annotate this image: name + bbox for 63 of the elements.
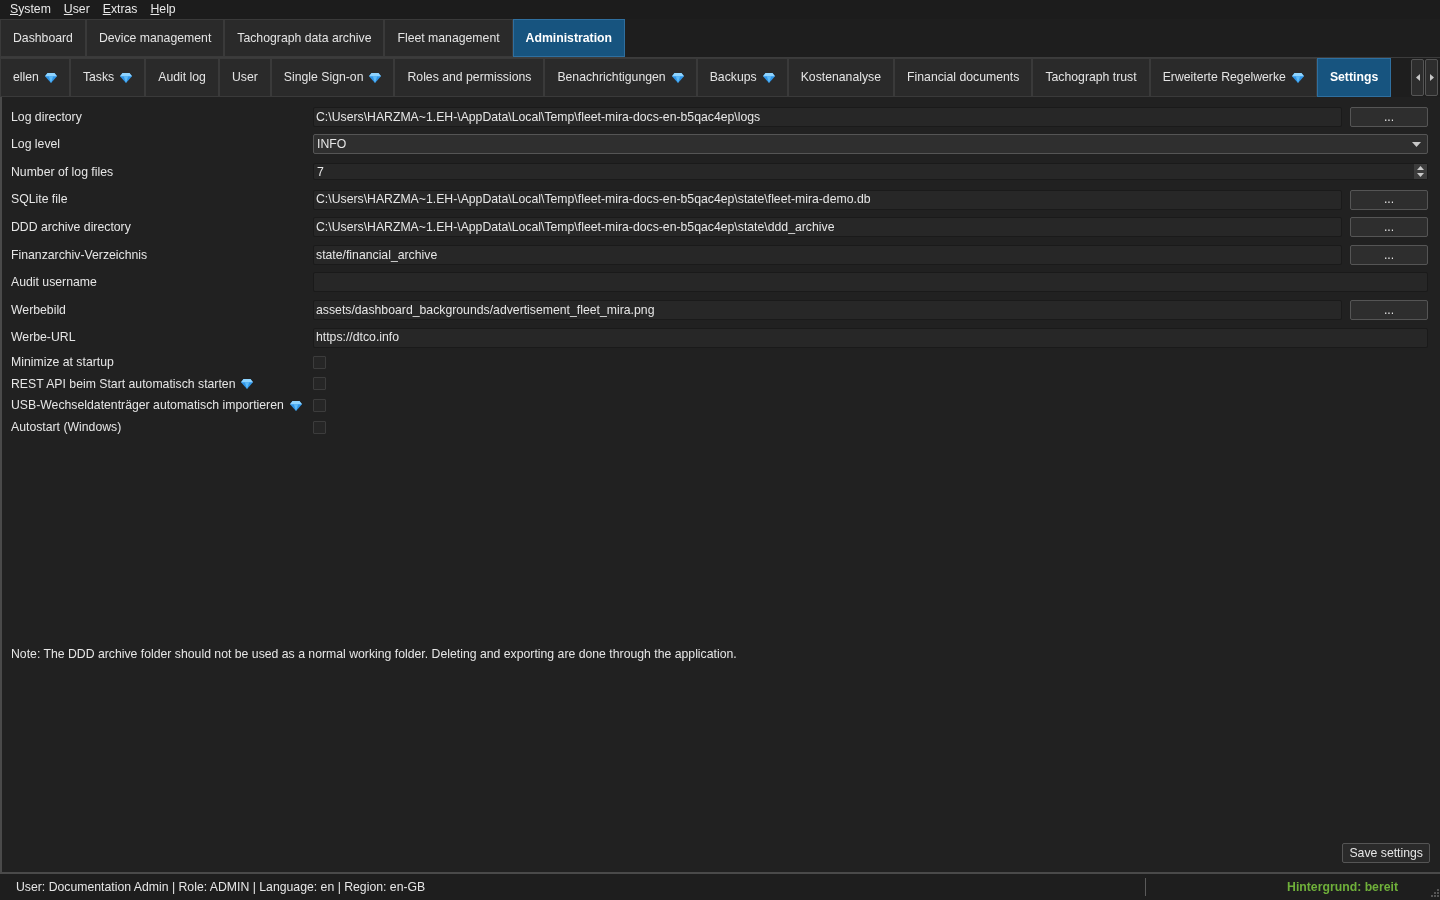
dropdown[interactable]: INFO: [313, 134, 1428, 155]
stepper-arrows-icon[interactable]: [1414, 164, 1427, 180]
main-tab[interactable]: Tachograph data archive: [224, 19, 385, 57]
setting-label: DDD archive directory: [11, 219, 131, 236]
sub-tab[interactable]: Tasks: [69, 58, 146, 97]
sub-tab[interactable]: Single Sign-on: [270, 58, 395, 97]
sub-tab[interactable]: Kostenanalyse: [787, 58, 895, 97]
menu-item[interactable]: Help: [150, 0, 176, 19]
checkbox[interactable]: [313, 399, 326, 413]
path-field[interactable]: state/financial_archive: [313, 244, 1342, 265]
setting-label: Autostart (Windows): [11, 419, 122, 437]
setting-label: Number of log files: [11, 163, 114, 181]
sub-tab[interactable]: ellen: [0, 58, 70, 97]
sub-tab[interactable]: Audit log: [145, 58, 219, 97]
spin-box[interactable]: 7: [313, 163, 1428, 181]
menu-item[interactable]: System: [10, 0, 51, 19]
setting-label: Finanzarchiv-Verzeichnis: [11, 246, 148, 264]
setting-label: Audit username: [11, 274, 97, 292]
sub-tab[interactable]: Benachrichtigungen: [544, 58, 697, 97]
sub-tab[interactable]: Erweiterte Regelwerke: [1149, 58, 1317, 97]
path-field[interactable]: C:\Users\HARZMA~1.EH-\AppData\Local\Temp\fleet-mira-docs-en-b5qac4ep\state\fleet-mira-demo.db: [313, 189, 1342, 210]
save-settings-button[interactable]: Save settings: [1342, 843, 1430, 863]
sub-tab[interactable]: Backups: [696, 58, 788, 97]
text-field[interactable]: https://dtco.info: [313, 327, 1428, 348]
checkbox[interactable]: [313, 355, 326, 369]
sub-tab[interactable]: Financial documents: [894, 58, 1033, 97]
path-field[interactable]: assets/dashboard_backgrounds/advertisement_fleet_mira.png: [313, 299, 1342, 320]
sub-tab[interactable]: User: [218, 58, 271, 97]
note-text: Note: The DDD archive folder should not be used as a normal working folder. Deleting and exporting are done through the application.: [11, 646, 737, 661]
status-text: User: Documentation Admin | Role: ADMIN | Language: en | Region: en-GB: [15, 878, 427, 896]
browse-button[interactable]: ...: [1350, 299, 1428, 320]
sub-tab[interactable]: Tachograph trust: [1032, 58, 1150, 97]
setting-label: Minimize at startup: [11, 354, 114, 371]
setting-label: USB-Wechseldatenträger automatisch importieren: [11, 397, 284, 415]
setting-label: Werbebild: [11, 301, 66, 319]
path-field[interactable]: C:\Users\HARZMA~1.EH-\AppData\Local\Temp\fleet-mira-docs-en-b5qac4ep\logs: [313, 106, 1342, 127]
browse-button[interactable]: ...: [1350, 189, 1428, 210]
setting-label: Log directory: [11, 108, 82, 126]
setting-label: Log level: [11, 136, 61, 154]
caret-left-icon: [1415, 74, 1420, 81]
main-tab[interactable]: Dashboard: [0, 19, 86, 57]
setting-label: SQLite file: [11, 191, 68, 209]
main-tab[interactable]: Administration: [512, 19, 626, 57]
checkbox[interactable]: [313, 377, 326, 391]
checkbox[interactable]: [313, 420, 326, 434]
caret-down-icon: [1412, 141, 1421, 147]
scroll-left-button[interactable]: [1411, 59, 1424, 96]
caret-right-icon: [1429, 74, 1434, 81]
main-tab[interactable]: Fleet management: [384, 19, 513, 57]
menu-item[interactable]: User: [63, 0, 90, 19]
menu-item[interactable]: Extras: [102, 0, 138, 19]
browse-button[interactable]: ...: [1350, 106, 1428, 127]
sub-tab[interactable]: Roles and permissions: [394, 58, 545, 97]
main-tab[interactable]: Device management: [85, 19, 225, 57]
setting-label: REST API beim Start automatisch starten: [11, 375, 236, 393]
path-field[interactable]: C:\Users\HARZMA~1.EH-\AppData\Local\Temp\fleet-mira-docs-en-b5qac4ep\state\ddd_archive: [313, 217, 1342, 238]
background-status: Hintergrund: bereit: [1287, 878, 1398, 896]
browse-button[interactable]: ...: [1350, 217, 1428, 238]
sub-tab[interactable]: Settings: [1316, 58, 1392, 97]
scroll-right-button[interactable]: [1425, 59, 1438, 96]
setting-label: Werbe-URL: [11, 329, 76, 347]
browse-button[interactable]: ...: [1350, 244, 1428, 265]
resize-grip-icon: [1429, 889, 1439, 899]
